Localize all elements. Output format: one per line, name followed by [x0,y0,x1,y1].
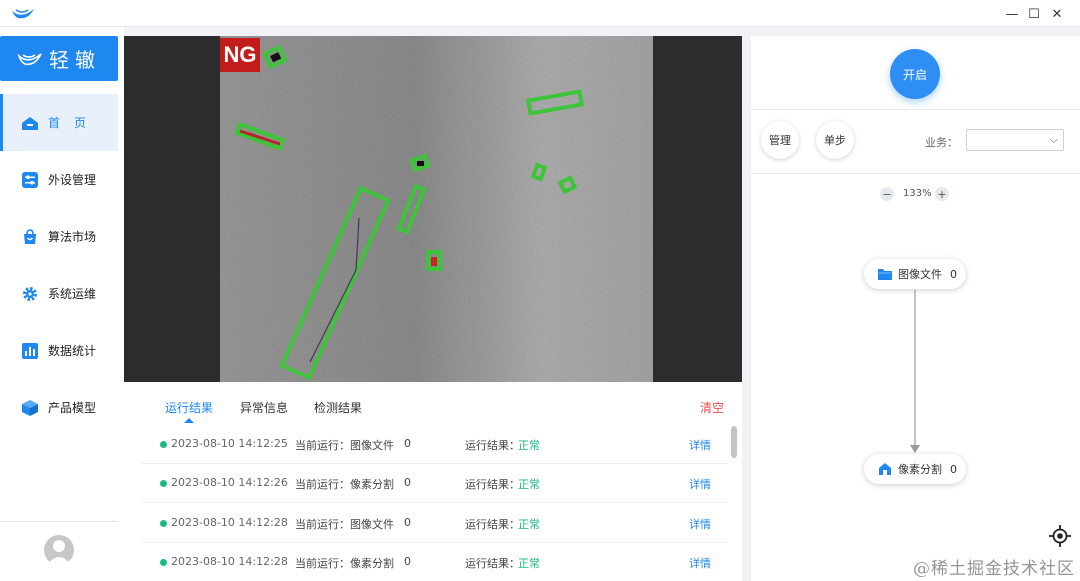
brand-wave-icon [17,52,42,65]
ng-status-badge: NG [220,38,260,72]
row-result-label: 运行结果： [465,518,520,531]
row-detail-link[interactable]: 详情 [689,555,711,571]
row-current-step: 当前运行：像素分割 [295,557,394,570]
row-current-step: 当前运行：像素分割 [295,478,394,491]
app-logo-icon [12,9,34,19]
row-current-step: 当前运行：图像文件 [295,518,394,531]
zoom-out-button[interactable]: − [880,187,894,201]
row-current-step: 当前运行：图像文件 [295,439,394,452]
sidebar-item-peripherals[interactable]: 外设管理 [0,151,118,208]
row-time: 2023-08-10 14:12:25 [171,437,288,450]
manage-button[interactable]: 管理 [761,121,799,159]
row-result-label: 运行结果： [465,478,520,491]
start-button[interactable]: 开启 [890,49,940,99]
row-count: 0 [404,476,411,489]
inspection-image [220,36,653,382]
folder-icon [878,268,892,280]
tab-run-results[interactable]: 运行结果 [165,399,213,416]
minimize-button[interactable]: — [1002,4,1022,24]
sidebar: 轻辙 首页 外设管理 算法市场 系统运维 数据统计 产品模型 [0,27,124,581]
chevron-down-icon: ⌵ [1049,133,1058,146]
bar-chart-icon [20,341,40,361]
locate-icon[interactable] [1049,525,1071,547]
row-result-label: 运行结果： [465,439,520,452]
flow-node-pixel-segmentation[interactable]: 像素分割 0 [864,454,966,484]
sidebar-item-home[interactable]: 首页 [0,94,118,151]
sidebar-item-system-ops[interactable]: 系统运维 [0,265,118,322]
sidebar-item-label: 数据统计 [48,344,97,358]
close-button[interactable]: ✕ [1047,4,1067,24]
sidebar-item-label: 系统运维 [48,287,97,301]
flow-panel: 开启 管理 单步 业务： ⌵ − 133% + 图像文件 0 像素分割 0 @稀… [751,36,1080,581]
sidebar-item-algorithm-market[interactable]: 算法市场 [0,208,118,265]
tab-exception-info[interactable]: 异常信息 [240,399,288,416]
active-tab-indicator [184,418,194,423]
row-result-label: 运行结果： [465,557,520,570]
row-count: 0 [404,555,411,568]
step-button[interactable]: 单步 [816,121,854,159]
row-time: 2023-08-10 14:12:28 [171,516,288,529]
sidebar-item-label: 外设管理 [48,173,97,187]
flow-connector [910,290,920,453]
row-detail-link[interactable]: 详情 [689,516,711,532]
avatar[interactable] [44,535,74,565]
row-detail-link[interactable]: 详情 [689,437,711,453]
row-result-value: 正常 [518,518,540,531]
result-row: 2023-08-10 14:12:25 当前运行：图像文件 0 运行结果： 正常… [142,424,728,464]
result-row: 2023-08-10 14:12:28 当前运行：像素分割 0 运行结果： 正常… [142,542,728,581]
row-time: 2023-08-10 14:12:26 [171,476,288,489]
row-count: 0 [404,437,411,450]
status-dot-icon [160,559,167,566]
sidebar-item-statistics[interactable]: 数据统计 [0,322,118,379]
results-panel: 运行结果 异常信息 检测结果 清空 2023-08-10 14:12:25 当前… [124,382,742,581]
home-icon [20,113,40,133]
sidebar-item-label: 算法市场 [48,230,97,244]
gear-icon [20,284,40,304]
results-scrollbar[interactable] [731,426,737,458]
business-label: 业务： [925,136,958,149]
cube-icon [20,398,40,418]
row-time: 2023-08-10 14:12:28 [171,555,288,568]
flow-node-label: 像素分割 [898,463,942,476]
sidebar-item-label: 首页 [48,116,101,130]
shopping-bag-icon [20,227,40,247]
result-row: 2023-08-10 14:12:28 当前运行：图像文件 0 运行结果： 正常… [142,503,728,543]
status-dot-icon [160,520,167,527]
sidebar-item-product-model[interactable]: 产品模型 [0,379,118,436]
zoom-level: 133% [903,188,932,199]
business-select[interactable]: ⌵ [966,129,1064,151]
image-viewer: NG [124,36,742,382]
sidebar-divider [0,521,118,522]
row-detail-link[interactable]: 详情 [689,476,711,492]
result-row: 2023-08-10 14:12:26 当前运行：像素分割 0 运行结果： 正常… [142,463,728,503]
flow-node-count: 0 [950,462,957,476]
row-count: 0 [404,516,411,529]
brand-name: 轻辙 [49,48,101,72]
row-result-value: 正常 [518,557,540,570]
flow-node-label: 图像文件 [898,268,942,281]
tab-detection-results[interactable]: 检测结果 [314,399,362,416]
sidebar-item-label: 产品模型 [48,401,97,415]
status-dot-icon [160,441,167,448]
title-bar: — ☐ ✕ [0,0,1080,27]
row-result-value: 正常 [518,439,540,452]
zoom-in-button[interactable]: + [935,187,949,201]
row-result-value: 正常 [518,478,540,491]
sliders-icon [20,170,40,190]
watermark-text: @稀土掘金技术社区 [913,559,1075,579]
status-dot-icon [160,480,167,487]
maximize-button[interactable]: ☐ [1024,4,1044,24]
flow-node-image-file[interactable]: 图像文件 0 [864,259,966,289]
segment-icon [878,463,892,475]
brand-logo: 轻辙 [0,36,118,81]
clear-button[interactable]: 清空 [700,399,724,416]
panel-divider [751,109,1080,110]
panel-divider [751,173,1080,174]
flow-node-count: 0 [950,267,957,281]
